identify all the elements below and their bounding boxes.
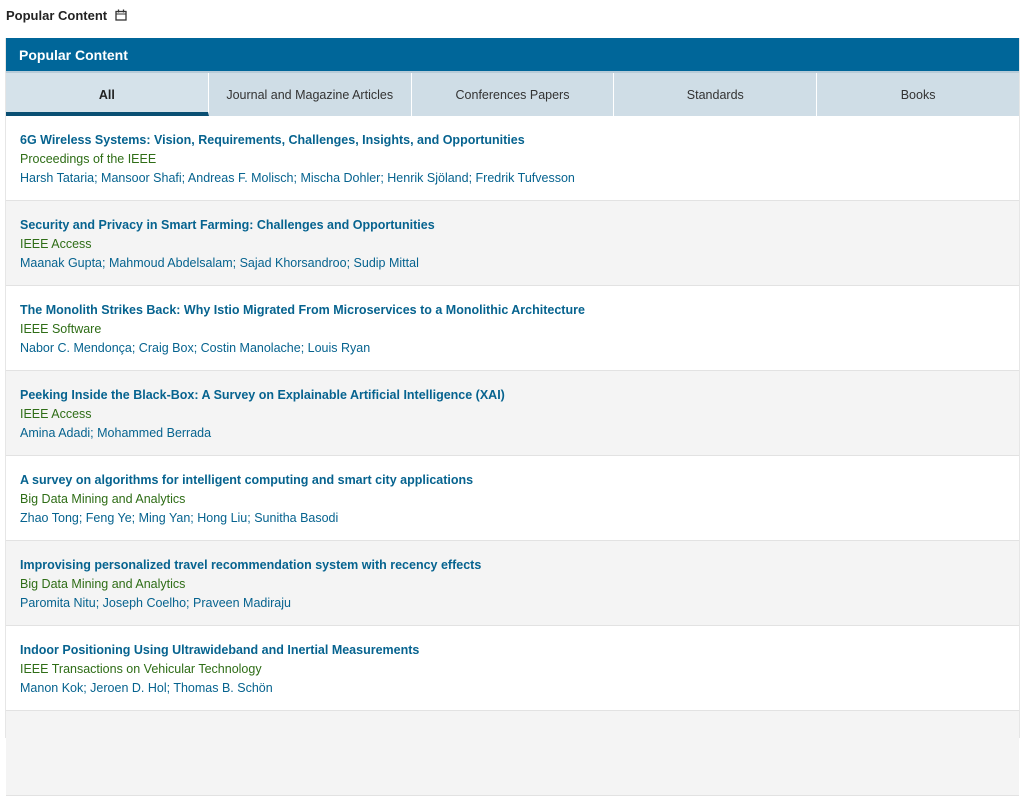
item-title-link[interactable]: 6G Wireless Systems: Vision, Requirement… (20, 132, 1005, 149)
item-title-link[interactable]: A survey on algorithms for intelligent c… (20, 472, 1005, 489)
tab-journal-articles[interactable]: Journal and Magazine Articles (209, 73, 412, 116)
item-source: Big Data Mining and Analytics (20, 577, 186, 591)
item-title-link[interactable]: Improvising personalized travel recommen… (20, 557, 1005, 574)
page-heading: Popular Content (6, 6, 127, 24)
item-authors[interactable]: Zhao Tong; Feng Ye; Ming Yan; Hong Liu; … (20, 509, 1005, 527)
item-source: Proceedings of the IEEE (20, 152, 157, 166)
item-authors[interactable]: Manon Kok; Jeroen D. Hol; Thomas B. Schö… (20, 679, 1005, 697)
content-list: 6G Wireless Systems: Vision, Requirement… (6, 116, 1019, 796)
item-source: IEEE Access (20, 407, 92, 421)
tab-books[interactable]: Books (817, 73, 1019, 116)
panel-header: Popular Content (6, 38, 1019, 71)
list-item: A survey on algorithms for intelligent c… (6, 456, 1019, 541)
calendar-icon[interactable] (115, 9, 127, 21)
list-item (6, 711, 1019, 796)
tab-conference-papers[interactable]: Conferences Papers (412, 73, 615, 116)
item-source: IEEE Transactions on Vehicular Technolog… (20, 662, 262, 676)
list-item: Security and Privacy in Smart Farming: C… (6, 201, 1019, 286)
list-item: The Monolith Strikes Back: Why Istio Mig… (6, 286, 1019, 371)
item-title-link[interactable]: Indoor Positioning Using Ultrawideband a… (20, 642, 1005, 659)
item-authors[interactable]: Paromita Nitu; Joseph Coelho; Praveen Ma… (20, 594, 1005, 612)
content-type-tabs: All Journal and Magazine Articles Confer… (6, 71, 1019, 116)
tab-standards[interactable]: Standards (614, 73, 818, 116)
list-item: 6G Wireless Systems: Vision, Requirement… (6, 116, 1019, 201)
popular-content-panel: Popular Content All Journal and Magazine… (5, 38, 1020, 796)
list-item: Improvising personalized travel recommen… (6, 541, 1019, 626)
page-title: Popular Content (6, 7, 108, 23)
item-authors[interactable]: Nabor C. Mendonça; Craig Box; Costin Man… (20, 339, 1005, 357)
list-item: Peeking Inside the Black-Box: A Survey o… (6, 371, 1019, 456)
item-source: Big Data Mining and Analytics (20, 492, 186, 506)
tab-all[interactable]: All (6, 73, 209, 116)
item-title-link[interactable]: Peeking Inside the Black-Box: A Survey o… (20, 387, 1005, 404)
item-title-link[interactable]: The Monolith Strikes Back: Why Istio Mig… (20, 302, 1005, 319)
item-source: IEEE Software (20, 322, 102, 336)
item-authors[interactable]: Harsh Tataria; Mansoor Shafi; Andreas F.… (20, 169, 1005, 187)
item-authors[interactable]: Amina Adadi; Mohammed Berrada (20, 424, 1005, 442)
item-source: IEEE Access (20, 237, 92, 251)
list-item: Indoor Positioning Using Ultrawideband a… (6, 626, 1019, 711)
item-authors[interactable]: Maanak Gupta; Mahmoud Abdelsalam; Sajad … (20, 254, 1005, 272)
item-title-link[interactable]: Security and Privacy in Smart Farming: C… (20, 217, 1005, 234)
panel-title: Popular Content (19, 46, 128, 63)
